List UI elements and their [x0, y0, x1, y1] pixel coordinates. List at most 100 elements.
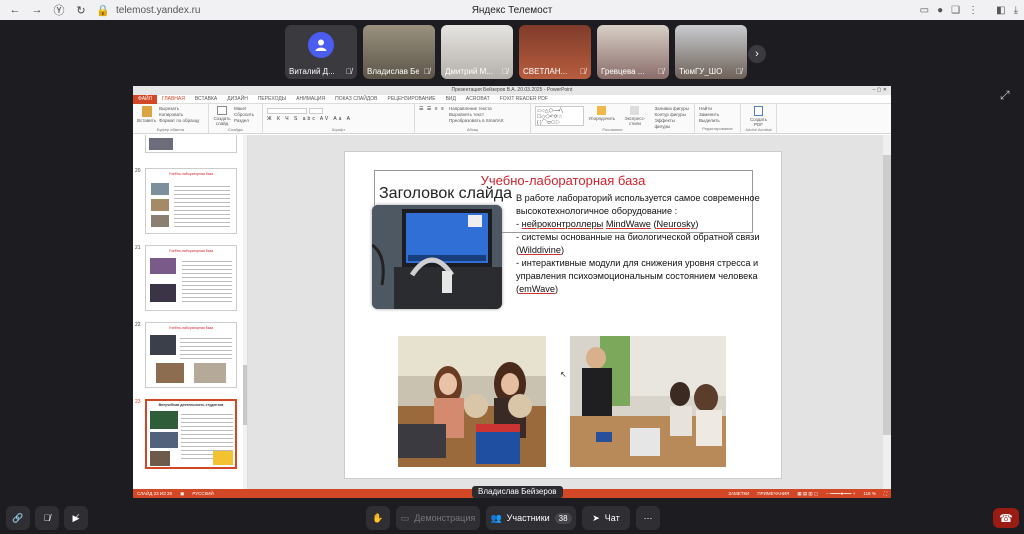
group-name: Слайды — [228, 127, 243, 132]
zoom-slider[interactable]: – ━━━━●━━━ + — [826, 491, 855, 497]
tab-home[interactable]: ГЛАВНАЯ — [157, 96, 190, 102]
participant-tile[interactable]: Гревцева ... 🎙̸ — [597, 25, 669, 79]
select-button[interactable]: Выделить — [699, 118, 736, 124]
tab-view[interactable]: ВИД — [441, 96, 461, 102]
slide-thumbnail[interactable] — [145, 135, 237, 153]
editor-scrollbar[interactable] — [883, 135, 891, 489]
photo-neuro-equipment[interactable] — [372, 205, 502, 309]
format-painter-button[interactable]: Формат по образцу — [159, 118, 199, 124]
ribbon-group-drawing: ▭○△⬡⟶╲ ☐◇⬠↶⟳☆{ }⌒⬭⎔▷ Упорядочить Экспресс… — [531, 104, 695, 133]
camera-toggle-button[interactable]: ▶̸ — [64, 506, 88, 530]
language-indicator[interactable]: РУССКИЙ — [192, 491, 213, 496]
mic-off-icon: 🎙̸ — [736, 67, 742, 76]
slide-thumbnail-selected[interactable]: Внеучебная деятельность студентов — [145, 399, 237, 469]
photo-lab-with-instructor[interactable] — [570, 336, 726, 467]
tab-animations[interactable]: АНИМАЦИЯ — [291, 96, 330, 102]
new-slide-icon[interactable] — [217, 106, 227, 115]
term-emwave: emWave — [519, 284, 555, 294]
thumb-title: Учебно-лабораторная база — [168, 326, 214, 330]
arrange-icon[interactable] — [597, 106, 607, 115]
participant-tile[interactable]: ТюмГУ_ШО 🎙̸ — [675, 25, 747, 79]
paragraph-icons[interactable]: ☰ ☰ ≡ ≡ — [419, 106, 445, 124]
tab-design[interactable]: ДИЗАЙН — [222, 96, 253, 102]
smartart-button[interactable]: Преобразовать в SmartArt — [449, 118, 504, 124]
term-neurosky: Neurosky — [656, 219, 696, 229]
tab-acrobat[interactable]: ACROBAT — [461, 96, 495, 102]
slide-canvas[interactable]: Учебно-лабораторная база Заголовок слайд… — [344, 151, 782, 479]
spellcheck-icon[interactable]: ▣ — [180, 491, 184, 497]
create-pdf-button[interactable]: Создать PDF — [745, 117, 772, 127]
participants-button[interactable]: 👥 Участники 38 — [486, 506, 576, 530]
camera-permission-icon[interactable]: ● — [937, 5, 943, 16]
paren-close: ) — [695, 219, 699, 229]
photo-students-brain-models[interactable] — [398, 336, 546, 467]
yandex-logo-icon[interactable]: Ⓨ — [52, 3, 66, 17]
fullscreen-icon[interactable]: ⤢ — [1000, 88, 1010, 103]
tab-file[interactable]: ФАЙЛ — [133, 94, 157, 104]
mic-toggle-button[interactable]: 🎙̸ — [35, 506, 59, 530]
tab-foxit[interactable]: FOXIT READER PDF — [495, 96, 553, 102]
chat-button[interactable]: ➤ Чат — [582, 506, 630, 530]
participant-tile[interactable]: Владислав Бе... 🎙̸ — [363, 25, 435, 79]
raise-hand-button[interactable]: ✋ — [366, 506, 390, 530]
fit-slide-icon[interactable]: ⛶ — [884, 491, 887, 496]
paste-button[interactable]: Вставить — [137, 118, 156, 123]
shapes-gallery[interactable]: ▭○△⬡⟶╲ ☐◇⬠↶⟳☆{ }⌒⬭⎔▷ — [535, 106, 585, 126]
lock-icon: 🔒 — [96, 4, 110, 17]
extensions-icon[interactable]: ◧ — [996, 5, 1005, 16]
group-name: Рисование — [602, 127, 623, 132]
slide-thumbnail[interactable]: Учебно-лабораторная база — [145, 168, 237, 234]
tab-review[interactable]: РЕЦЕНЗИРОВАНИЕ — [382, 96, 440, 102]
window-controls[interactable]: – ▢ ✕ — [873, 86, 887, 95]
section-button[interactable]: Раздел — [234, 118, 254, 124]
slide-body-text[interactable]: В работе лабораторий используется самое … — [516, 192, 776, 296]
body-intro: В работе лабораторий используется самое … — [516, 193, 760, 216]
quick-styles-icon[interactable] — [630, 106, 640, 115]
font-size-select[interactable] — [309, 108, 323, 114]
participant-name: ТюмГУ_ШО — [679, 67, 723, 76]
back-icon[interactable]: ← — [8, 3, 22, 17]
slide-thumbnail[interactable]: Учебно-лабораторная база — [145, 245, 237, 311]
comments-button[interactable]: ПРИМЕЧАНИЯ — [757, 491, 789, 496]
paste-icon[interactable] — [141, 106, 152, 117]
quick-styles-button[interactable]: Экспресс-стили — [619, 116, 650, 126]
ribbon-group-editing: Найти Заменить Выделить Редактирование — [695, 104, 741, 133]
screen-share-button[interactable]: ▭ Демонстрация — [396, 506, 480, 530]
menu-icon[interactable]: ⋮ — [968, 5, 978, 16]
more-button[interactable]: ⋯ — [636, 506, 660, 530]
ribbon-group-slides: Создать слайд Макет Сбросить Раздел Слай… — [209, 104, 263, 133]
slide-thumbnail[interactable]: Учебно-лабораторная база — [145, 322, 237, 388]
tab-slideshow[interactable]: ПОКАЗ СЛАЙДОВ — [330, 96, 382, 102]
next-participants-button[interactable]: › — [748, 45, 766, 63]
url-field[interactable]: telemost.yandex.ru — [116, 5, 201, 16]
forward-icon[interactable]: → — [30, 3, 44, 17]
participant-tile[interactable]: СВЕТЛАН... 🎙̸ — [519, 25, 591, 79]
notes-button[interactable]: ЗАМЕТКИ — [728, 491, 749, 496]
view-buttons[interactable]: ▦ ▤ ▥ ▢ — [797, 491, 818, 497]
mic-off-icon: 🎙̸ — [658, 67, 664, 76]
font-family-select[interactable] — [267, 108, 307, 114]
participant-tile[interactable]: Дмитрий М... 🎙̸ — [441, 25, 513, 79]
zoom-level[interactable]: 116 % — [863, 491, 875, 496]
cast-icon[interactable]: ▭ — [920, 5, 929, 16]
hang-up-button[interactable]: ☎ — [993, 508, 1019, 528]
new-slide-button[interactable]: Создать слайд — [213, 116, 231, 126]
thumb-text — [180, 335, 232, 359]
slide-editor: Учебно-лабораторная база Заголовок слайд… — [248, 135, 891, 489]
arrange-button[interactable]: Упорядочить — [588, 116, 615, 121]
create-pdf-icon[interactable] — [754, 106, 763, 116]
mic-off-icon: 🎙̸ — [424, 67, 430, 76]
bookmark-icon[interactable]: ❑ — [951, 5, 960, 16]
ppt-tab-bar: ФАЙЛ ГЛАВНАЯ ВСТАВКА ДИЗАЙН ПЕРЕХОДЫ АНИ… — [133, 94, 891, 104]
tab-insert[interactable]: ВСТАВКА — [190, 96, 222, 102]
tab-transitions[interactable]: ПЕРЕХОДЫ — [253, 96, 291, 102]
thumb-scrollbar[interactable] — [243, 135, 247, 489]
download-icon[interactable]: ⤓ — [1014, 5, 1018, 16]
font-format-icons[interactable]: Ж К Ч S abc AV Aa A — [267, 116, 410, 122]
participant-tile[interactable]: Виталий Д... 🎙̸ — [285, 25, 357, 79]
more-icon: ⋯ — [643, 512, 653, 523]
thumb-image — [150, 284, 176, 302]
thumb-image — [150, 432, 178, 448]
copy-link-button[interactable]: 🔗 — [6, 506, 30, 530]
reload-icon[interactable]: ↻ — [74, 3, 88, 17]
